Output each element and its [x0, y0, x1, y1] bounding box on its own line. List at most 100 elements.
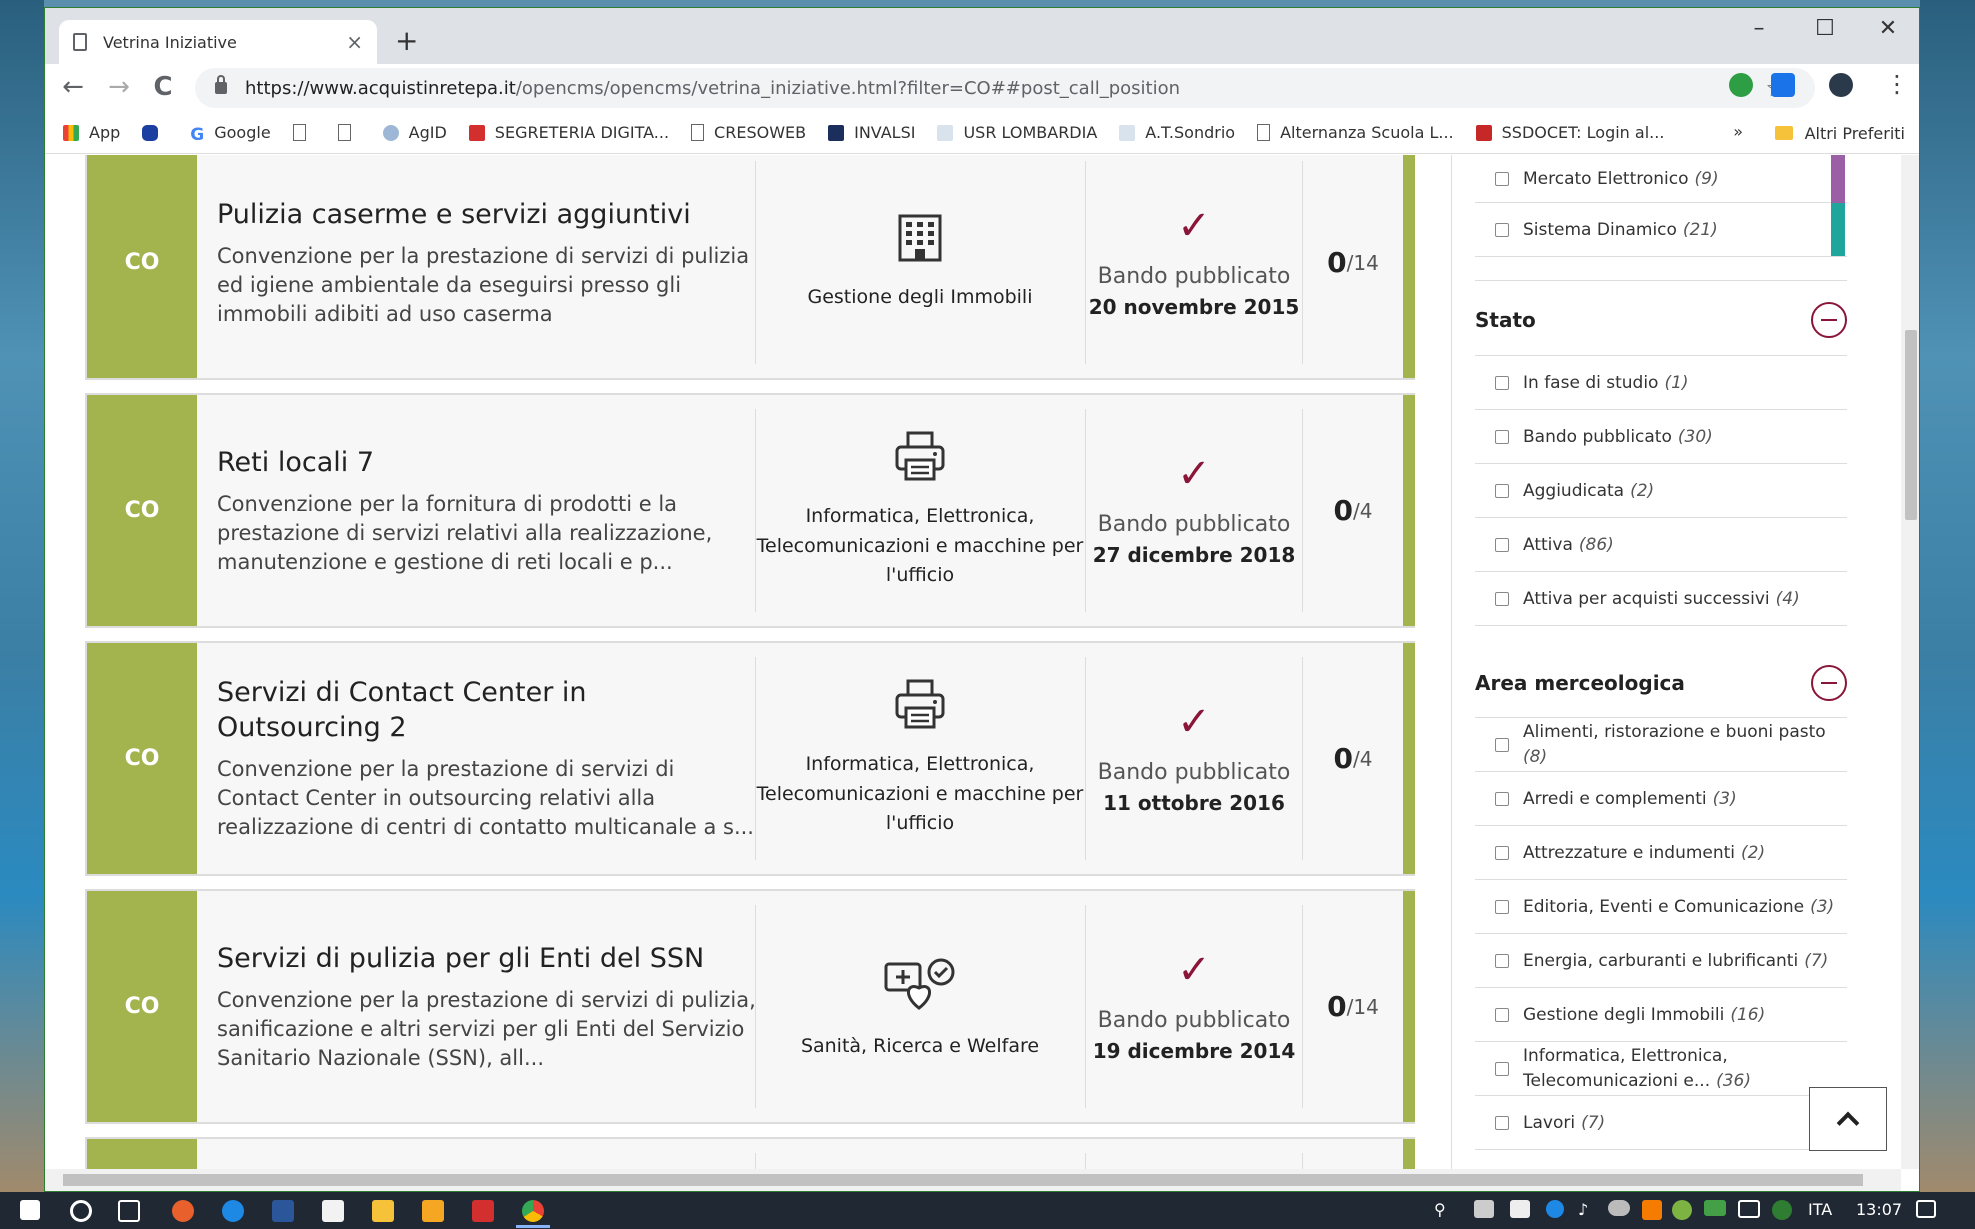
notification-center-icon[interactable] — [1916, 1200, 1936, 1218]
filter-mercato-elettronico[interactable]: Mercato Elettronico (9) — [1475, 155, 1847, 203]
app-icon[interactable] — [172, 1200, 194, 1222]
bookmark-agid[interactable]: AgID — [382, 123, 447, 142]
initiative-card[interactable]: CO Pulizia caserme e servizi aggiuntivi … — [85, 155, 1415, 380]
chrome-icon[interactable] — [522, 1200, 544, 1222]
filter-group-area[interactable]: Area merceologica — [1475, 663, 1847, 703]
tray-app-icon[interactable] — [1642, 1200, 1662, 1220]
bookmark-usr-lombardia[interactable]: USR LOMBARDIA — [937, 123, 1097, 142]
filter-area-item[interactable]: Lavori (7) — [1475, 1096, 1847, 1150]
bookmark-shield[interactable] — [142, 124, 168, 141]
bookmark-cresoweb[interactable]: CRESOWEB — [691, 123, 806, 142]
scrollbar-thumb[interactable] — [63, 1174, 1863, 1186]
bookmark-google[interactable]: G Google — [190, 123, 270, 145]
other-bookmarks-folder[interactable]: Altri Preferiti — [1774, 112, 1905, 154]
people-icon[interactable]: ⚲ — [1434, 1200, 1446, 1219]
media-player-icon[interactable] — [422, 1200, 444, 1222]
initiative-card[interactable]: CO Servizi di pulizia per gli Enti del S… — [85, 889, 1415, 1124]
acrobat-icon[interactable] — [472, 1200, 494, 1222]
windows-start-icon[interactable] — [20, 1200, 40, 1220]
checkbox[interactable] — [1495, 791, 1509, 806]
bookmark-at-sondrio[interactable]: A.T.Sondrio — [1119, 123, 1235, 142]
initiative-card[interactable]: CO Reti locali 7 Convenzione per la forn… — [85, 393, 1415, 628]
bookmark-app[interactable]: App — [63, 123, 120, 142]
filter-area-item[interactable]: Gestione degli Immobili (16) — [1475, 988, 1847, 1042]
filter-area-item[interactable]: Attrezzature e indumenti (2) — [1475, 826, 1847, 880]
filter-stato-item[interactable]: Attiva per acquisti successivi (4) — [1475, 572, 1847, 626]
card-title[interactable]: Pulizia caserme e servizi aggiuntivi — [217, 197, 757, 232]
store-icon[interactable] — [322, 1200, 344, 1222]
edge-icon[interactable] — [222, 1200, 244, 1222]
checkbox[interactable] — [1495, 899, 1509, 914]
search-extension-icon[interactable] — [1771, 73, 1795, 97]
bookmark-segreteria[interactable]: SEGRETERIA DIGITA... — [468, 123, 669, 142]
checkbox[interactable] — [1495, 429, 1509, 444]
display-icon[interactable] — [1738, 1200, 1760, 1218]
menu-dots-icon[interactable]: ⋮ — [1885, 70, 1909, 98]
initiative-card-partial[interactable] — [85, 1137, 1415, 1169]
cloud-icon[interactable] — [1608, 1200, 1630, 1216]
clock[interactable]: 13:07 — [1856, 1200, 1902, 1219]
checkbox[interactable] — [1495, 845, 1509, 860]
collapse-icon[interactable] — [1811, 302, 1847, 338]
checkbox[interactable] — [1495, 375, 1509, 390]
collapse-icon[interactable] — [1811, 665, 1847, 701]
search-icon[interactable] — [70, 1200, 92, 1222]
scrollbar-thumb[interactable] — [1905, 330, 1917, 520]
close-window-button[interactable]: ✕ — [1868, 16, 1908, 41]
bookmark-blank-2[interactable] — [337, 124, 361, 141]
language-indicator[interactable]: ITA — [1808, 1200, 1832, 1219]
bookmark-ssdocet[interactable]: SSDOCET: Login al... — [1475, 123, 1664, 142]
browser-tab[interactable]: Vetrina Iniziative × — [59, 20, 377, 64]
filter-stato-item[interactable]: Aggiudicata (2) — [1475, 464, 1847, 518]
checkbox[interactable] — [1495, 483, 1509, 498]
checkbox[interactable] — [1495, 953, 1509, 968]
close-tab-icon[interactable]: × — [346, 30, 363, 54]
filter-sistema-dinamico[interactable]: Sistema Dinamico (21) — [1475, 203, 1847, 257]
bluetooth-icon[interactable] — [1546, 1200, 1564, 1218]
checkbox[interactable] — [1495, 537, 1509, 552]
forward-button[interactable]: → — [103, 72, 135, 102]
filter-area-item[interactable]: Alimenti, ristorazione e buoni pasto (8) — [1475, 718, 1847, 772]
filter-stato-item[interactable]: In fase di studio (1) — [1475, 356, 1847, 410]
new-tab-button[interactable]: + — [395, 24, 418, 57]
network-tray-icon[interactable] — [1510, 1200, 1530, 1218]
address-bar[interactable]: https://www.acquistinretepa.it/opencms/o… — [195, 68, 1815, 108]
back-button[interactable]: ← — [57, 72, 89, 102]
volume-icon[interactable]: ♪ — [1578, 1200, 1588, 1219]
profile-avatar[interactable] — [1829, 73, 1853, 97]
more-bookmarks-button[interactable]: » — [1733, 122, 1743, 141]
checkbox[interactable] — [1495, 1061, 1509, 1076]
horizontal-scrollbar[interactable] — [45, 1169, 1901, 1191]
filter-area-item[interactable]: Arredi e complementi (3) — [1475, 772, 1847, 826]
card-title[interactable]: Servizi di Contact Center in Outsourcing… — [217, 675, 757, 745]
filter-stato-item[interactable]: Bando pubblicato (30) — [1475, 410, 1847, 464]
checkbox[interactable] — [1495, 591, 1509, 606]
checkbox[interactable] — [1495, 171, 1509, 186]
card-title[interactable]: Servizi di pulizia per gli Enti del SSN — [217, 941, 757, 976]
reload-button[interactable]: C — [147, 72, 179, 102]
checkbox[interactable] — [1495, 737, 1509, 752]
task-view-icon[interactable] — [118, 1200, 140, 1222]
security-tray-icon[interactable] — [1772, 1200, 1792, 1220]
nvidia-icon[interactable] — [1704, 1200, 1726, 1216]
checkbox[interactable] — [1495, 222, 1509, 237]
checkbox[interactable] — [1495, 1115, 1509, 1130]
filter-area-item[interactable]: Informatica, Elettronica, Telecomunicazi… — [1475, 1042, 1847, 1096]
word-icon[interactable] — [272, 1200, 294, 1222]
shield-check-extension-icon[interactable] — [1729, 73, 1753, 97]
back-to-top-button[interactable] — [1809, 1087, 1887, 1151]
bookmark-blank-1[interactable] — [292, 124, 316, 141]
checkbox[interactable] — [1495, 1007, 1509, 1022]
tray-app-icon[interactable] — [1672, 1200, 1692, 1220]
bookmark-alternanza[interactable]: Alternanza Scuola L... — [1257, 123, 1454, 142]
minimize-button[interactable]: – — [1739, 16, 1779, 41]
card-title[interactable]: Reti locali 7 — [217, 445, 757, 480]
initiative-card[interactable]: CO Servizi di Contact Center in Outsourc… — [85, 641, 1415, 876]
maximize-button[interactable]: ☐ — [1805, 16, 1845, 41]
filter-group-stato[interactable]: Stato — [1475, 300, 1847, 340]
file-explorer-icon[interactable] — [372, 1200, 394, 1222]
vertical-scrollbar[interactable] — [1901, 155, 1919, 1169]
printer-tray-icon[interactable] — [1474, 1200, 1494, 1218]
filter-area-item[interactable]: Editoria, Eventi e Comunicazione (3) — [1475, 880, 1847, 934]
filter-area-item[interactable]: Energia, carburanti e lubrificanti (7) — [1475, 934, 1847, 988]
